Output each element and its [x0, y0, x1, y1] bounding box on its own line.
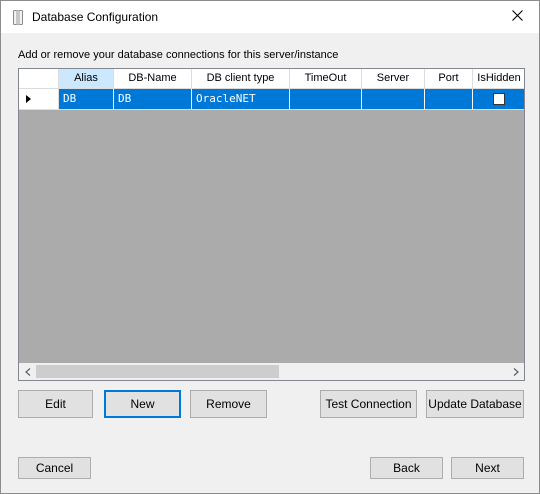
- close-icon: [511, 10, 523, 24]
- row-header-corner: [19, 69, 59, 89]
- cancel-button[interactable]: Cancel: [18, 457, 91, 479]
- table-row[interactable]: DB DB OracleNET: [19, 89, 524, 110]
- database-configuration-dialog: Database Configuration Add or remove you…: [0, 0, 540, 494]
- scroll-right-button[interactable]: [507, 363, 524, 380]
- connections-grid[interactable]: Alias DB-Name DB client type TimeOut Ser…: [18, 68, 525, 381]
- is-hidden-checkbox[interactable]: [493, 93, 505, 105]
- cell-db-name[interactable]: DB: [114, 89, 192, 110]
- edit-button[interactable]: Edit: [18, 390, 93, 418]
- database-icon: [13, 10, 23, 25]
- row-header[interactable]: [19, 89, 59, 110]
- title-bar: Database Configuration: [1, 1, 539, 33]
- cell-is-hidden: [473, 89, 524, 110]
- cell-timeout[interactable]: [290, 89, 362, 110]
- grid-header-row: Alias DB-Name DB client type TimeOut Ser…: [19, 69, 524, 89]
- column-header-timeout[interactable]: TimeOut: [290, 69, 362, 89]
- chevron-left-icon: [24, 365, 31, 379]
- chevron-right-icon: [513, 365, 519, 379]
- column-header-db-name[interactable]: DB-Name: [114, 69, 192, 89]
- cell-port[interactable]: [425, 89, 473, 110]
- row-pointer-icon: [26, 95, 31, 103]
- column-header-db-client-type[interactable]: DB client type: [192, 69, 290, 89]
- cell-db-client-type[interactable]: OracleNET: [192, 89, 290, 110]
- column-header-port[interactable]: Port: [425, 69, 473, 89]
- instruction-text: Add or remove your database connections …: [18, 49, 339, 61]
- close-button[interactable]: [495, 1, 539, 33]
- scroll-left-button[interactable]: [19, 363, 36, 380]
- column-header-is-hidden[interactable]: IsHidden: [473, 69, 524, 89]
- new-button[interactable]: New: [104, 390, 181, 418]
- update-database-button[interactable]: Update Database: [426, 390, 524, 418]
- horizontal-scrollbar[interactable]: [19, 363, 524, 380]
- window-title: Database Configuration: [32, 10, 159, 24]
- next-button[interactable]: Next: [451, 457, 524, 479]
- back-button[interactable]: Back: [370, 457, 443, 479]
- column-header-alias[interactable]: Alias: [59, 69, 114, 89]
- scrollbar-thumb[interactable]: [36, 365, 279, 378]
- test-connection-button[interactable]: Test Connection: [320, 390, 417, 418]
- cell-server[interactable]: [362, 89, 425, 110]
- column-header-server[interactable]: Server: [362, 69, 425, 89]
- remove-button[interactable]: Remove: [190, 390, 267, 418]
- cell-alias[interactable]: DB: [59, 89, 114, 110]
